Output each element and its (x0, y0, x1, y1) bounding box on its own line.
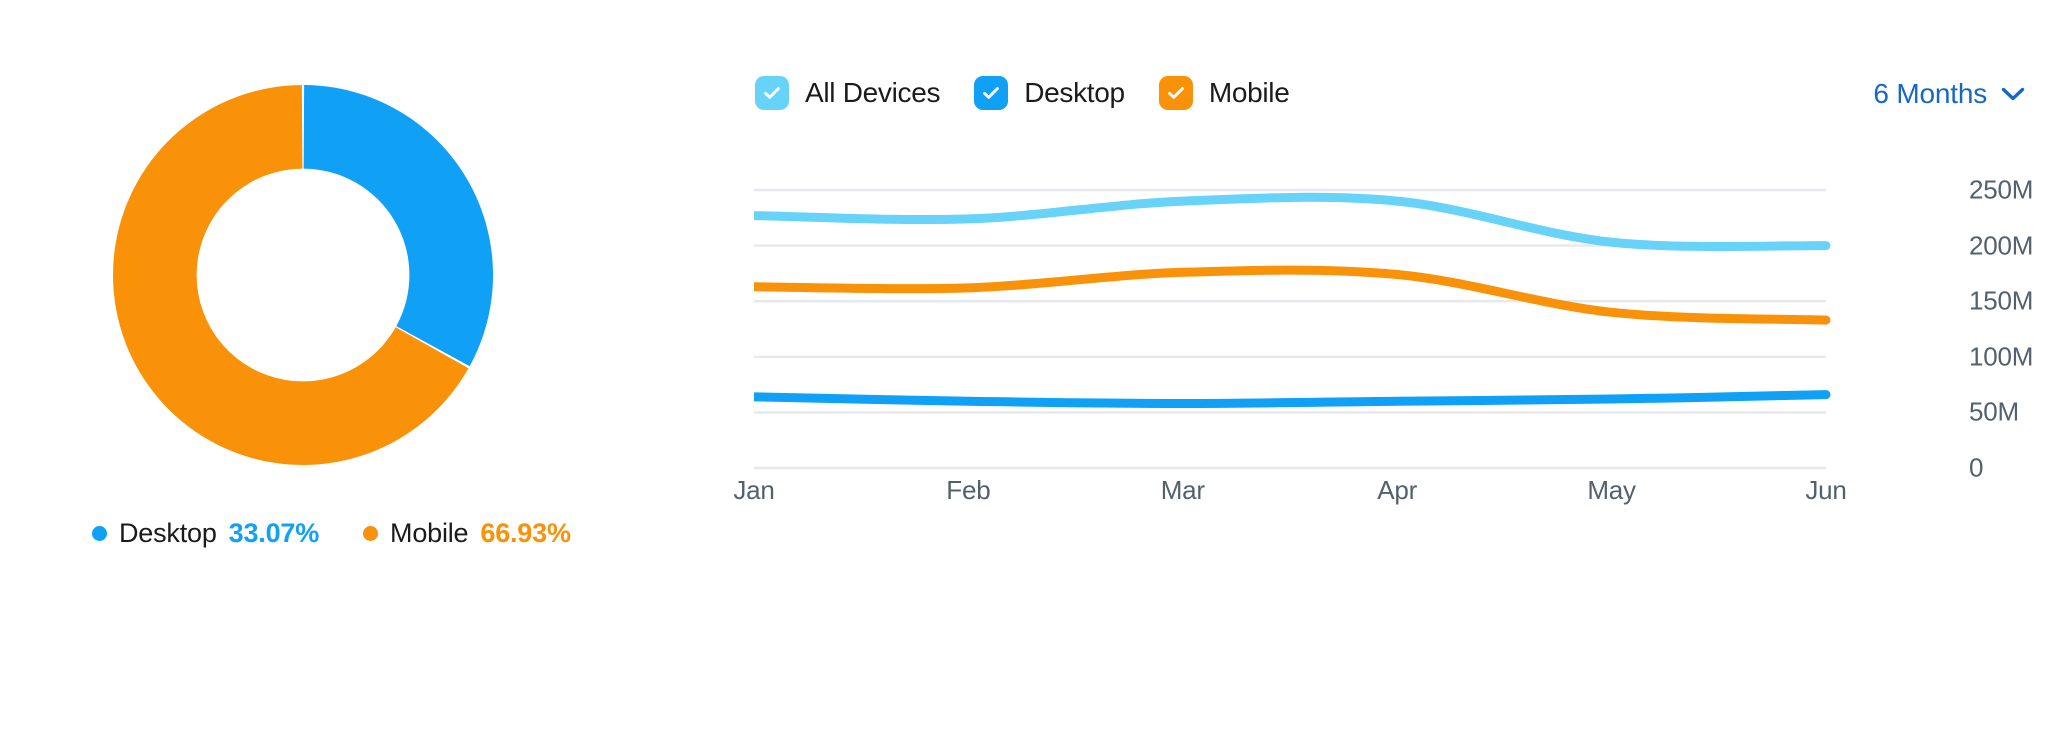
donut-slice-desktop[interactable] (303, 85, 493, 367)
traffic-line-chart: 250M 200M 150M 100M 50M 0 Jan Feb Mar Apr May Jun (733, 150, 2033, 670)
x-axis-tick-label: Mar (1160, 475, 1205, 505)
x-axis-tick-label: May (1587, 475, 1636, 505)
legend-label-desktop: Desktop (119, 518, 217, 548)
traffic-trend-panel: All Devices Desktop Mobile 6 Months 250M… (700, 0, 2048, 745)
time-range-label: 6 Months (1873, 78, 1987, 109)
legend-value-desktop: 33.07% (228, 518, 320, 548)
filter-label-desktop: Desktop (1024, 77, 1125, 108)
checkbox-mobile[interactable] (1158, 76, 1193, 110)
chart-toolbar: All Devices Desktop Mobile 6 Months (755, 76, 2025, 124)
x-axis-tick-label: Apr (1377, 475, 1418, 505)
y-axis-tick-label: 50M (1969, 396, 2019, 427)
y-axis-tick-label: 250M (1969, 174, 2034, 205)
checkbox-desktop[interactable] (974, 76, 1009, 110)
device-filter-group: All Devices Desktop Mobile (755, 76, 1290, 110)
device-share-panel: Desktop 33.07% Mobile 66.93% (0, 0, 700, 745)
time-range-dropdown[interactable]: 6 Months (1873, 78, 2025, 110)
desktop-color-dot (92, 526, 107, 541)
x-axis-tick-label: Feb (946, 475, 991, 505)
legend-item-desktop[interactable]: Desktop 33.07% (92, 518, 319, 549)
filter-label-mobile: Mobile (1208, 77, 1290, 108)
mobile-color-dot (363, 526, 379, 541)
check-icon (983, 87, 1000, 99)
device-share-donut-chart (113, 85, 493, 465)
x-axis-tick-label: Jun (1805, 475, 1847, 505)
filter-all-devices[interactable]: All Devices (755, 76, 940, 110)
legend-item-mobile[interactable]: Mobile 66.93% (363, 518, 571, 549)
filter-label-all-devices: All Devices (805, 77, 941, 108)
checkbox-all-devices[interactable] (755, 76, 789, 110)
series-line-all-devices[interactable] (754, 192, 1831, 252)
filter-mobile[interactable]: Mobile (1158, 76, 1290, 110)
chart-gridlines (754, 188, 1826, 470)
x-axis-tick-label: Jan (733, 475, 775, 505)
y-axis-tick-label: 0 (1969, 452, 1984, 483)
check-icon (764, 87, 780, 99)
filter-desktop[interactable]: Desktop (974, 76, 1125, 110)
analytics-panel: Desktop 33.07% Mobile 66.93% All Devices… (0, 0, 2048, 745)
y-axis-tick-label: 200M (1969, 230, 2034, 261)
series-line-desktop[interactable] (754, 390, 1831, 409)
legend-value-mobile: 66.93% (480, 518, 571, 548)
y-axis-tick-label: 150M (1969, 285, 2034, 316)
legend-label-mobile: Mobile (390, 518, 469, 548)
check-icon (1167, 87, 1184, 99)
chevron-down-icon (2001, 87, 2025, 101)
donut-legend: Desktop 33.07% Mobile 66.93% (92, 518, 571, 549)
y-axis-tick-label: 100M (1969, 341, 2034, 372)
series-line-mobile[interactable] (754, 265, 1831, 325)
